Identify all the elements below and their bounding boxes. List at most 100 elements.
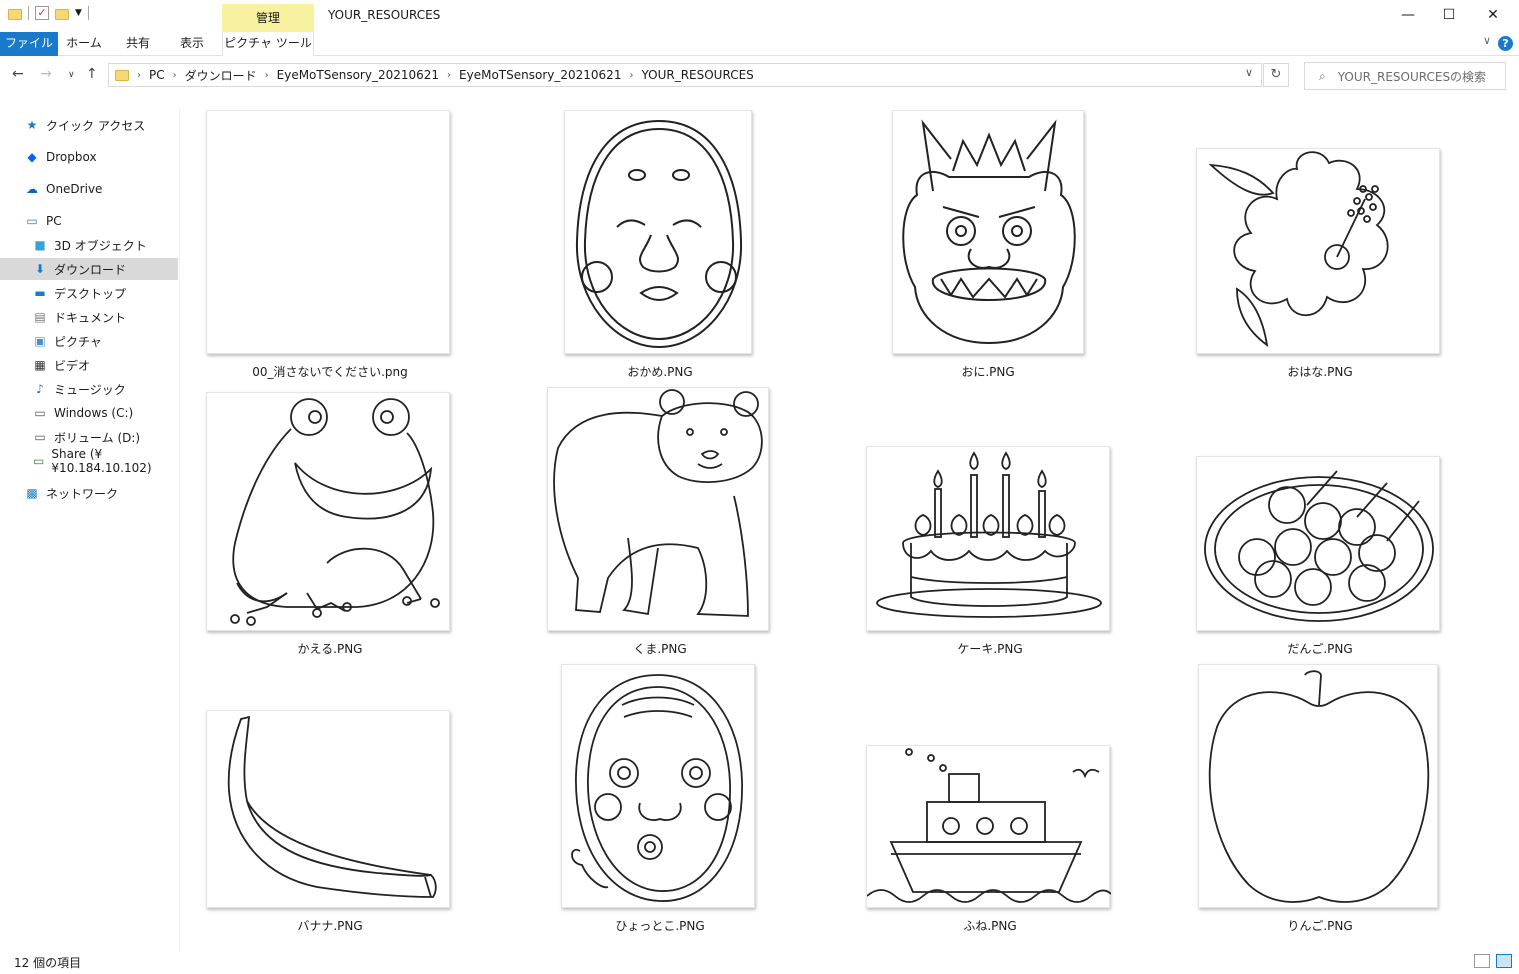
- sidebar-item-downloads[interactable]: ⬇ ダウンロード: [0, 258, 178, 280]
- file-name: ケーキ.PNG: [957, 642, 1023, 656]
- bear-thumbnail[interactable]: [547, 387, 769, 631]
- sidebar-item-network[interactable]: ▩ ネットワーク: [0, 482, 178, 504]
- tab-share[interactable]: 共有: [116, 32, 160, 56]
- address-bar[interactable]: › PC › ダウンロード › EyeMoTSensory_20210621 ›…: [108, 63, 1262, 87]
- ribbon-expand-icon[interactable]: ∨: [1483, 34, 1491, 47]
- forward-arrow-icon[interactable]: →: [40, 66, 52, 82]
- new-folder-icon[interactable]: [55, 9, 69, 20]
- file-list: 00_消さないでください.png おかめ.PNG おに.PNG おはな.PNG …: [190, 100, 1510, 950]
- sidebar-item-3d-objects[interactable]: ■ 3D オブジェクト: [0, 234, 178, 256]
- sidebar-item-pictures[interactable]: ▣ ピクチャ: [0, 330, 178, 352]
- crumb-eyemot-2[interactable]: EyeMoTSensory_20210621: [459, 68, 621, 82]
- recent-dropdown-icon[interactable]: ∨: [68, 70, 75, 80]
- ship-thumbnail[interactable]: [866, 745, 1111, 908]
- file-name: バナナ.PNG: [297, 919, 363, 933]
- dango-picture: [1204, 470, 1434, 622]
- sidebar-item-drive-c[interactable]: ▭ Windows (C:): [0, 402, 178, 424]
- sidebar-item-share[interactable]: ▭ Share (¥¥10.184.10.102): [0, 447, 178, 475]
- sidebar-item-label: Dropbox: [46, 150, 97, 164]
- sidebar-item-videos[interactable]: ▦ ビデオ: [0, 354, 178, 376]
- hibiscus-flower-thumbnail[interactable]: [1196, 148, 1440, 354]
- navigation-pane: ★ クイック アクセス ◆ Dropbox ☁ OneDrive ▭ PC ■ …: [0, 108, 180, 950]
- picture-icon: ▣: [34, 334, 46, 348]
- crumb-separator-icon[interactable]: ›: [447, 70, 451, 81]
- dango-thumbnail[interactable]: [1196, 456, 1440, 631]
- desktop-icon: ▬: [34, 286, 46, 300]
- maximize-button[interactable]: ☐: [1426, 0, 1472, 32]
- crumb-separator-icon[interactable]: ›: [265, 70, 269, 81]
- star-icon: ★: [26, 118, 38, 132]
- up-arrow-icon[interactable]: ↑: [86, 66, 98, 82]
- crumb-separator-icon[interactable]: ›: [173, 70, 177, 81]
- sidebar-item-desktop[interactable]: ▬ デスクトップ: [0, 282, 178, 304]
- close-button[interactable]: ✕: [1470, 0, 1516, 32]
- sidebar-item-label: ドキュメント: [54, 310, 127, 325]
- file-name: 00_消さないでください.png: [252, 365, 408, 379]
- window-title: YOUR_RESOURCES: [328, 8, 441, 22]
- sidebar-item-drive-d[interactable]: ▭ ボリューム (D:): [0, 426, 178, 448]
- file-name: かえる.PNG: [297, 642, 363, 656]
- sidebar-item-dropbox[interactable]: ◆ Dropbox: [0, 146, 178, 168]
- oni-mask-thumbnail[interactable]: [892, 110, 1084, 354]
- refresh-button[interactable]: ↻: [1263, 63, 1289, 87]
- crumb-your-resources[interactable]: YOUR_RESOURCES: [641, 68, 753, 82]
- address-dropdown-icon[interactable]: ∨: [1245, 66, 1253, 79]
- search-placeholder: YOUR_RESOURCESの検索: [1337, 69, 1487, 84]
- crumb-separator-icon[interactable]: ›: [629, 70, 633, 81]
- sidebar-item-documents[interactable]: ▤ ドキュメント: [0, 306, 178, 328]
- address-row: ← → ∨ ↑ › PC › ダウンロード › EyeMoTSensory_20…: [0, 56, 1519, 96]
- file-name: りんご.PNG: [1287, 919, 1353, 933]
- sidebar-item-label: 3D オブジェクト: [54, 238, 147, 253]
- tab-home[interactable]: ホーム: [62, 32, 106, 56]
- birthday-cake-picture: [876, 451, 1102, 618]
- crumb-eyemot-1[interactable]: EyeMoTSensory_20210621: [277, 68, 439, 82]
- sidebar-item-label: ボリューム (D:): [54, 430, 141, 445]
- frog-thumbnail[interactable]: [206, 392, 450, 631]
- tab-view[interactable]: 表示: [170, 32, 214, 56]
- sidebar-item-label: クイック アクセス: [46, 118, 146, 133]
- dropbox-icon: ◆: [27, 150, 37, 164]
- drive-icon: ▭: [34, 406, 46, 420]
- ribbon: ファイル ホーム 共有 表示 ピクチャ ツール ∨ ?: [0, 32, 1519, 56]
- properties-icon[interactable]: ✓: [35, 6, 49, 20]
- network-icon: ▩: [26, 486, 38, 500]
- file-name: だんご.PNG: [1287, 642, 1353, 656]
- okame-mask-thumbnail[interactable]: [564, 110, 752, 354]
- sidebar-item-music[interactable]: ♪ ミュージック: [0, 378, 178, 400]
- sidebar-item-quick-access[interactable]: ★ クイック アクセス: [0, 114, 178, 136]
- sidebar-item-label: Windows (C:): [54, 406, 134, 420]
- file-name: ふね.PNG: [963, 919, 1017, 933]
- birthday-cake-thumbnail[interactable]: [866, 446, 1110, 631]
- minimize-button[interactable]: —: [1385, 0, 1431, 32]
- hibiscus-flower-picture: [1208, 151, 1389, 348]
- search-input[interactable]: ⌕ YOUR_RESOURCESの検索: [1304, 62, 1506, 90]
- apple-picture: [1208, 670, 1430, 903]
- cube-icon: ■: [34, 238, 46, 252]
- banana-thumbnail[interactable]: [206, 710, 450, 908]
- crumb-pc[interactable]: PC: [149, 68, 165, 82]
- help-icon[interactable]: ?: [1498, 36, 1513, 51]
- quick-access-toolbar: ✓ ▼: [8, 6, 89, 20]
- ship-picture: [867, 748, 1111, 903]
- oni-mask-picture: [902, 119, 1076, 345]
- tab-file[interactable]: ファイル: [0, 32, 58, 56]
- tab-picture-tools[interactable]: ピクチャ ツール: [222, 32, 314, 56]
- crumb-downloads[interactable]: ダウンロード: [185, 67, 257, 84]
- folder-icon[interactable]: [8, 9, 22, 20]
- frog-picture: [230, 398, 440, 626]
- file-name: おかめ.PNG: [627, 365, 693, 379]
- crumb-separator-icon[interactable]: ›: [137, 70, 141, 81]
- details-view-icon[interactable]: [1474, 954, 1490, 968]
- chevron-down-icon[interactable]: ▼: [75, 8, 82, 18]
- sidebar-item-pc[interactable]: ▭ PC: [0, 210, 178, 232]
- apple-thumbnail[interactable]: [1198, 664, 1438, 908]
- divider: [28, 6, 29, 20]
- back-arrow-icon[interactable]: ←: [12, 66, 24, 82]
- banana-picture: [227, 715, 437, 898]
- sidebar-item-onedrive[interactable]: ☁ OneDrive: [0, 178, 178, 200]
- blank-thumbnail[interactable]: [206, 110, 450, 354]
- okame-mask-picture: [575, 119, 743, 349]
- hyottoko-mask-thumbnail[interactable]: [561, 664, 755, 908]
- file-name: おはな.PNG: [1287, 365, 1353, 379]
- large-icons-view-icon[interactable]: [1496, 954, 1512, 968]
